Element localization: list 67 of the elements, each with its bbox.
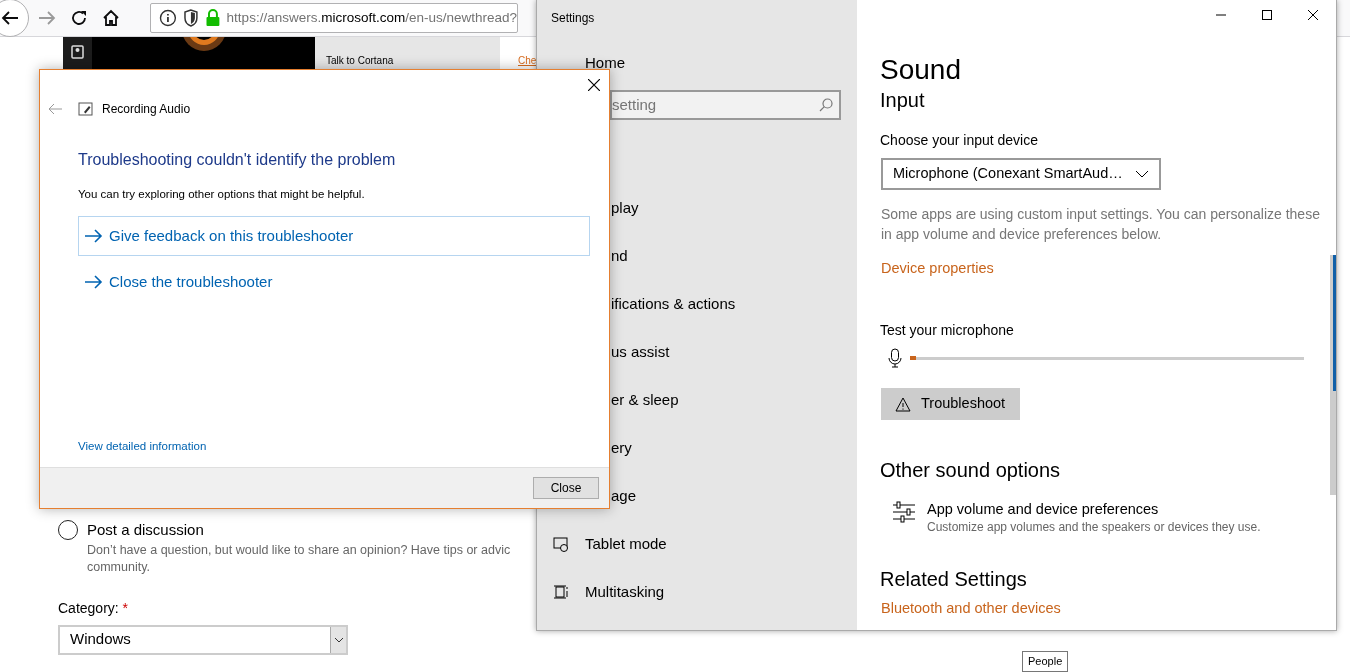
section-heading: Other sound options (880, 458, 1062, 483)
promo-caption: Talk to Cortana (326, 55, 394, 66)
field-label: Test your microphone (880, 321, 1015, 339)
chevron-down-icon (333, 636, 344, 643)
back-arrow-icon[interactable] (48, 103, 62, 115)
close-icon (588, 79, 600, 91)
tablet-icon (553, 536, 569, 552)
setting-description: Customize app volumes and the speakers or devices they use. (927, 519, 1261, 536)
category-label: Category: (58, 599, 119, 616)
nav-item[interactable]: er & sleep (611, 376, 851, 424)
radio-button[interactable] (58, 520, 78, 540)
nav-item[interactable]: us assist (611, 328, 851, 376)
chevron-down-icon (1135, 170, 1149, 178)
troubleshoot-button[interactable]: Troubleshoot (881, 388, 1020, 420)
shield-icon[interactable] (182, 9, 199, 27)
nav-item[interactable]: nd (611, 232, 851, 280)
nav-item[interactable]: Tablet mode (537, 520, 857, 568)
tooltip: People (1022, 651, 1069, 672)
nav-item[interactable]: ery (611, 424, 851, 472)
home-icon (102, 9, 120, 27)
dialog-title: Recording Audio (102, 101, 191, 118)
nav-item[interactable]: age (611, 472, 851, 520)
arrow-right-icon (85, 275, 103, 290)
close-icon (1308, 10, 1318, 20)
nav-item[interactable]: Home (585, 57, 625, 69)
search-field[interactable]: setting (610, 90, 841, 120)
lock-icon[interactable] (204, 9, 221, 27)
maximize-icon (1262, 10, 1272, 20)
forward-arrow-icon (38, 10, 56, 26)
arrow-right-icon (85, 229, 103, 244)
sliders-icon (892, 500, 916, 524)
hint-text: Some apps are using custom input settings. You can personalize these in app volume and device preferences below. (881, 205, 1321, 244)
bluetooth-link[interactable]: Bluetooth and other devices (881, 598, 1061, 620)
option-link[interactable]: Give feedback on this troubleshooter (78, 216, 590, 257)
reload-icon (70, 9, 88, 27)
warning-icon (895, 396, 911, 412)
dialog-heading: Troubleshooting couldn't identify the problem (78, 150, 397, 170)
promo-link[interactable]: Che (518, 55, 537, 67)
url-text: https://answers.microsoft.com/en-us/newthread? (226, 8, 517, 27)
nav-item[interactable]: Multitasking (537, 568, 857, 616)
required-mark: * (122, 599, 129, 616)
option-description: Don’t have a question, but would like to share an opinion? Have tips or advic (87, 541, 511, 559)
window-title: Settings (550, 10, 596, 27)
page-heading: Sound (880, 53, 962, 87)
device-properties-link[interactable]: Device properties (881, 258, 994, 280)
back-button[interactable] (0, 0, 29, 37)
section-heading: Input (880, 88, 926, 113)
details-link[interactable]: View detailed information (78, 438, 207, 456)
back-arrow-icon (1, 10, 19, 26)
field-label: Choose your input device (880, 131, 1039, 149)
info-icon[interactable] (159, 9, 177, 27)
close-button[interactable]: Close (533, 477, 599, 499)
search-icon (819, 98, 833, 112)
option-link[interactable]: Close the troubleshooter (78, 262, 590, 303)
app-volume-link[interactable]: App volume and device preferences (927, 500, 1261, 518)
microphone-icon (888, 348, 902, 368)
address-bar[interactable]: https://answers.microsoft.com/en-us/newthread? (150, 3, 518, 33)
option-description: community. (87, 558, 151, 576)
multitasking-icon (553, 584, 569, 600)
option-label: Post a discussion (87, 520, 205, 540)
nav-item[interactable]: ifications & actions (611, 280, 851, 328)
scrollbar[interactable] (1330, 255, 1336, 495)
device-dropdown[interactable]: Microphone (Conexant SmartAud… (881, 158, 1161, 190)
section-heading: Related Settings (880, 567, 1028, 592)
category-select[interactable]: Windows (58, 624, 348, 655)
nav-item[interactable]: play (611, 184, 851, 232)
dialog-message: You can try exploring other options that might be helpful. (78, 187, 366, 202)
